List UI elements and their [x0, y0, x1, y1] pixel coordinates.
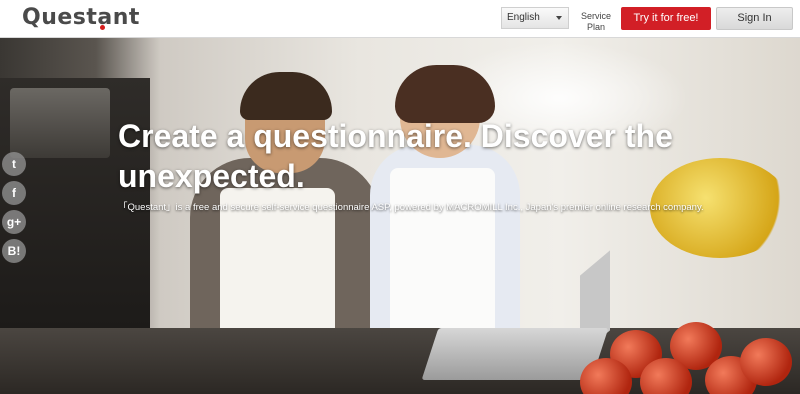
- logo-dot-icon: [100, 25, 105, 30]
- try-it-free-button[interactable]: Try it for free!: [621, 7, 711, 30]
- language-select-value: English: [507, 12, 540, 23]
- apple-pile: [580, 322, 800, 394]
- hero-headline: Create a questionnaire. Discover the une…: [118, 116, 718, 196]
- espresso-machine: [10, 88, 110, 158]
- apple: [740, 338, 792, 386]
- hatena-bookmark-icon[interactable]: B!: [2, 239, 26, 263]
- hero-image: [0, 38, 800, 394]
- chevron-down-icon: [556, 16, 562, 20]
- facebook-icon[interactable]: f: [2, 181, 26, 205]
- hero-subline: 「Questant」is a free and secure self-serv…: [118, 202, 704, 213]
- google-plus-icon[interactable]: g+: [2, 210, 26, 234]
- questant-logo[interactable]: Questant: [22, 5, 140, 30]
- hero-headline-line2: unexpected.: [118, 158, 305, 194]
- person-left-hair: [240, 72, 332, 120]
- service-plan-line2: Plan: [586, 22, 605, 32]
- sign-in-button[interactable]: Sign In: [716, 7, 793, 30]
- twitter-icon[interactable]: t: [2, 152, 26, 176]
- service-plan-line1: Service: [580, 11, 611, 21]
- service-plan-link[interactable]: Service Plan: [578, 11, 614, 33]
- top-header: Questant English Service Plan Try it for…: [0, 0, 800, 38]
- hero-headline-line1: Create a questionnaire. Discover the: [118, 118, 673, 154]
- person-right-hair: [395, 65, 495, 123]
- language-select[interactable]: English: [501, 7, 569, 29]
